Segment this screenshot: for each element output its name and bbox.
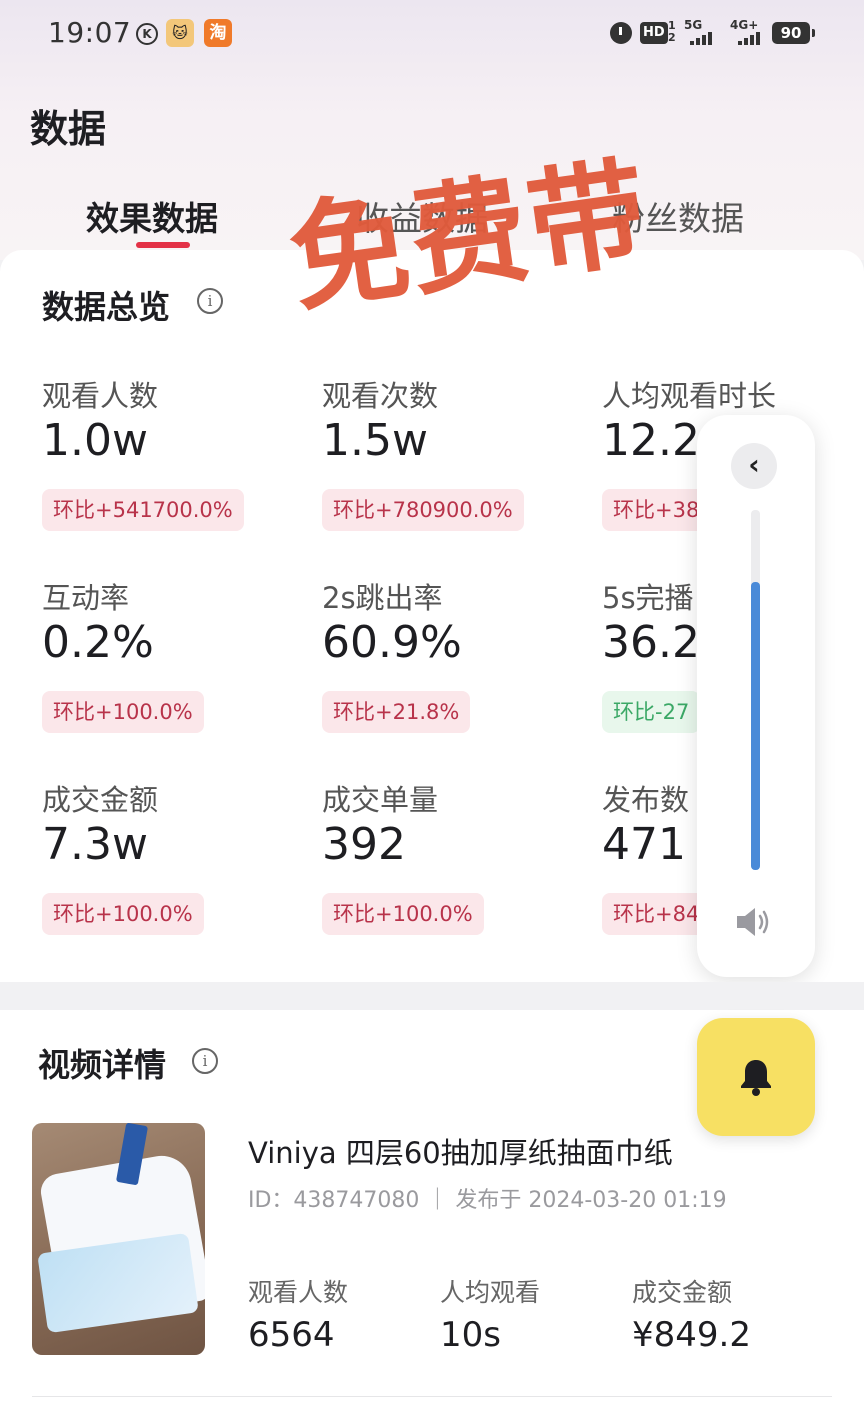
video-details-title: 视频详情 bbox=[38, 1046, 167, 1084]
hd-icon: HD bbox=[640, 22, 668, 44]
stat-label: 观看人数 bbox=[248, 1278, 349, 1307]
stat-label: 人均观看 bbox=[440, 1278, 541, 1307]
taobao-notification-icon: 淘 bbox=[204, 19, 232, 47]
network-5g-label: 5G bbox=[684, 18, 703, 32]
metric-value: 392 bbox=[322, 819, 406, 870]
metric-label: 成交单量 bbox=[322, 783, 439, 817]
metric-label: 5s完播 bbox=[602, 581, 694, 615]
video-meta: ID：438747080 ｜ 发布于 2024-03-20 01:19 bbox=[248, 1188, 727, 1213]
signal-icon-2 bbox=[738, 32, 760, 45]
metric-label: 人均观看时长 bbox=[602, 379, 777, 413]
metric-change-badge: 环比+541700.0% bbox=[42, 489, 244, 531]
metric-change-badge: 环比+780900.0% bbox=[322, 489, 524, 531]
metric-label: 互动率 bbox=[42, 581, 130, 615]
status-bar: 19:07 K 🐱 淘 HD 1 2 5G 4G+ 90 bbox=[0, 0, 864, 70]
k-icon: K bbox=[136, 23, 158, 45]
metric-interaction-rate[interactable]: 互动率 0.2% 环比+100.0% bbox=[42, 575, 312, 765]
hd-sim-label: 1 2 bbox=[668, 19, 676, 44]
metric-views[interactable]: 观看次数 1.5w 环比+780900.0% bbox=[322, 373, 592, 563]
list-divider bbox=[32, 1396, 832, 1397]
metric-change-badge: 环比+100.0% bbox=[322, 893, 484, 935]
stat-label: 成交金额 bbox=[632, 1278, 733, 1307]
metric-change-badge: 环比+84 bbox=[602, 893, 711, 935]
back-chevron-icon[interactable]: ‹ bbox=[731, 443, 777, 489]
metric-viewers[interactable]: 观看人数 1.0w 环比+541700.0% bbox=[42, 373, 312, 563]
status-time: 19:07 bbox=[48, 16, 132, 49]
app-notification-icon: 🐱 bbox=[166, 19, 194, 47]
overview-title: 数据总览 bbox=[42, 288, 171, 326]
video-stat-gmv: 成交金额 ¥849.2 bbox=[632, 1273, 751, 1355]
alarm-icon bbox=[610, 22, 632, 44]
metric-2s-bounce-rate[interactable]: 2s跳出率 60.9% 环比+21.8% bbox=[322, 575, 592, 765]
metric-value: 60.9% bbox=[322, 617, 462, 668]
metric-value: 471 bbox=[602, 819, 686, 870]
metric-value: 7.3w bbox=[42, 819, 148, 870]
signal-icon bbox=[690, 32, 712, 45]
video-thumbnail[interactable] bbox=[32, 1123, 205, 1355]
metric-change-badge: 环比+100.0% bbox=[42, 893, 204, 935]
metric-label: 观看次数 bbox=[322, 379, 439, 413]
metric-value: 36.2 bbox=[602, 617, 700, 668]
metric-orders[interactable]: 成交单量 392 环比+100.0% bbox=[322, 777, 592, 967]
metric-change-badge: 环比+21.8% bbox=[322, 691, 471, 733]
section-divider bbox=[0, 982, 864, 1010]
video-stat-avg-watch: 人均观看 10s bbox=[440, 1273, 540, 1355]
info-icon[interactable]: i bbox=[197, 288, 223, 314]
video-product-title[interactable]: Viniya 四层60抽加厚纸抽面巾纸 bbox=[248, 1130, 673, 1172]
metric-label: 2s跳出率 bbox=[322, 581, 443, 615]
metric-change-badge: 环比+38 bbox=[602, 489, 711, 531]
stat-value: ¥849.2 bbox=[632, 1315, 751, 1355]
metric-label: 成交金额 bbox=[42, 783, 159, 817]
network-4g-label: 4G+ bbox=[730, 18, 759, 32]
volume-slider[interactable] bbox=[751, 510, 760, 870]
info-icon[interactable]: i bbox=[192, 1048, 218, 1074]
metric-value: 1.5w bbox=[322, 415, 428, 466]
volume-level-fill bbox=[751, 582, 760, 870]
stat-value: 10s bbox=[440, 1315, 501, 1355]
notification-bell-button[interactable] bbox=[697, 1018, 815, 1136]
active-tab-indicator bbox=[136, 242, 190, 248]
metric-label: 观看人数 bbox=[42, 379, 159, 413]
speaker-icon[interactable] bbox=[735, 905, 775, 939]
battery-icon: 90 bbox=[772, 22, 815, 44]
video-stat-viewers: 观看人数 6564 bbox=[248, 1273, 348, 1355]
metric-change-badge: 环比-27 bbox=[602, 691, 701, 733]
metric-change-badge: 环比+100.0% bbox=[42, 691, 204, 733]
tab-effect-data[interactable]: 效果数据 bbox=[86, 192, 218, 240]
metric-label: 发布数 bbox=[602, 783, 690, 817]
metric-value: 0.2% bbox=[42, 617, 154, 668]
bell-icon bbox=[741, 1060, 771, 1096]
stat-value: 6564 bbox=[248, 1315, 335, 1355]
volume-panel: ‹ bbox=[697, 415, 815, 977]
page-title: 数据 bbox=[30, 107, 107, 151]
metric-value: 1.0w bbox=[42, 415, 148, 466]
metric-gmv[interactable]: 成交金额 7.3w 环比+100.0% bbox=[42, 777, 312, 967]
